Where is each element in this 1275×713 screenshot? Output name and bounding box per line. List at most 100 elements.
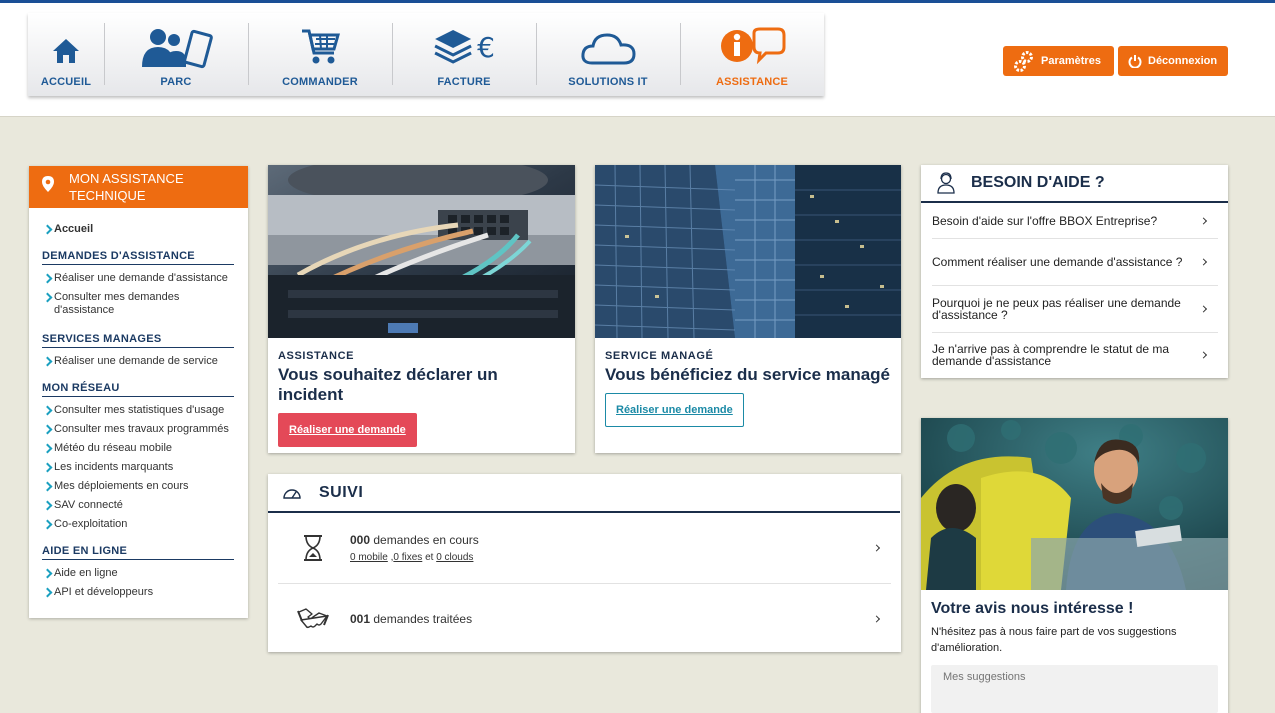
chevron-right-icon — [1199, 258, 1208, 266]
feedback-panel: Votre avis nous intéresse ! N'hésitez pa… — [921, 418, 1228, 713]
power-icon — [1128, 55, 1142, 68]
sidebar-section-title: DEMANDES D'ASSISTANCE — [42, 250, 234, 265]
help-item[interactable]: Pourquoi je ne peux pas réaliser une dem… — [932, 285, 1218, 332]
sidebar-item-travaux[interactable]: Consulter mes travaux programmés — [42, 423, 234, 436]
feedback-text: N'hésitez pas à nous faire part de vos s… — [931, 626, 1177, 654]
settings-button[interactable]: Paramètres — [1003, 46, 1114, 76]
help-item[interactable]: Je n'arrive pas à comprendre le statut d… — [932, 332, 1218, 376]
suivi-row-en-cours[interactable]: 000 demandes en cours 0 mobile ,0 fixes … — [278, 513, 891, 583]
chevron-right-icon — [872, 614, 881, 623]
chevron-right-icon — [1199, 350, 1208, 359]
suivi-en-cours-text: 000 demandes en cours 0 mobile ,0 fixes … — [350, 533, 479, 563]
sidebar-item-consulter-demandes[interactable]: Consulter mes demandes d'assistance — [42, 291, 234, 317]
layers-icon — [434, 30, 472, 64]
help-header: BESOIN D'AIDE ? — [921, 165, 1228, 203]
layers-euro-icon: € — [433, 27, 495, 67]
incident-card: ASSISTANCE Vous souhaitez déclarer un in… — [268, 165, 575, 453]
fixes-link[interactable]: 0 fixes — [393, 552, 422, 563]
main-nav: ACCUEIL PARC COMMANDER € FACTURE SOLUTIO… — [28, 13, 824, 96]
suggestions-input[interactable] — [931, 665, 1218, 713]
sidebar-body: Accueil DEMANDES D'ASSISTANCE Réaliser u… — [29, 208, 248, 599]
sidebar-item-aide-en-ligne[interactable]: Aide en ligne — [42, 567, 234, 580]
nav-label: FACTURE — [437, 76, 491, 88]
nav-label: SOLUTIONS IT — [568, 76, 648, 88]
sidebar-item-coexploitation[interactable]: Co-exploitation — [42, 518, 234, 531]
sidebar-item-api[interactable]: API et développeurs — [42, 586, 234, 599]
nav-solutions-it[interactable]: SOLUTIONS IT — [536, 13, 680, 96]
suivi-panel: SUIVI 000 demandes en cours 0 mobile ,0 … — [268, 474, 901, 652]
sidebar-item-statistiques[interactable]: Consulter mes statistiques d'usage — [42, 404, 234, 417]
support-agent-icon — [937, 172, 955, 194]
chevron-right-icon — [872, 544, 881, 552]
help-item-text: Je n'arrive pas à comprendre le statut d… — [932, 341, 1170, 368]
et-label: et — [425, 552, 434, 563]
help-item[interactable]: Besoin d'aide sur l'offre BBOX Entrepris… — [932, 203, 1218, 238]
sidebar-section-title: MON RÉSEAU — [42, 382, 234, 397]
nav-label: ASSISTANCE — [715, 76, 789, 88]
card-title: Vous bénéficiez du service managé — [605, 365, 891, 384]
en-cours-count: 000 — [350, 533, 371, 547]
card-kicker: SERVICE MANAGÉ — [605, 350, 714, 362]
chevron-right-icon — [1199, 216, 1208, 225]
incident-card-body: ASSISTANCE Vous souhaitez déclarer un in… — [268, 338, 575, 447]
nav-accueil[interactable]: ACCUEIL — [28, 13, 104, 96]
buildings-image — [595, 165, 901, 338]
sidebar-header: MON ASSISTANCE TECHNIQUE — [29, 166, 248, 208]
network-switch-image — [268, 165, 575, 338]
users-tablet-icon — [142, 29, 213, 69]
feedback-body: Votre avis nous intéresse ! N'hésitez pa… — [921, 590, 1228, 713]
sidebar: MON ASSISTANCE TECHNIQUE Accueil DEMANDE… — [29, 166, 248, 618]
help-item[interactable]: Comment réaliser une demande d'assistanc… — [932, 238, 1218, 285]
suivi-row-traitees[interactable]: 001 demandes traitées — [278, 583, 891, 653]
logout-label: Déconnexion — [1148, 55, 1218, 67]
info-chat-icon — [721, 27, 786, 65]
handshake-icon — [278, 606, 348, 632]
realiser-demande-service-button[interactable]: Réaliser une demande — [605, 393, 744, 427]
chevron-right-icon — [1199, 305, 1208, 313]
en-cours-label: demandes en cours — [373, 533, 479, 547]
nav-facture[interactable]: € FACTURE — [392, 13, 536, 96]
help-item-text: Comment réaliser une demande d'assistanc… — [932, 255, 1183, 269]
settings-label: Paramètres — [1041, 55, 1101, 67]
nav-label: ACCUEIL — [40, 76, 92, 88]
gears-icon — [1014, 51, 1033, 72]
location-pin-icon — [42, 176, 54, 192]
sidebar-item-realiser-demande-assistance[interactable]: Réaliser une demande d'assistance — [42, 272, 234, 285]
nav-commander[interactable]: COMMANDER — [248, 13, 392, 96]
sidebar-item-accueil[interactable]: Accueil — [42, 223, 234, 236]
help-panel: BESOIN D'AIDE ? Besoin d'aide sur l'offr… — [921, 165, 1228, 378]
euro-icon: € — [477, 30, 495, 64]
sidebar-item-incidents[interactable]: Les incidents marquants — [42, 461, 234, 474]
sidebar-section-title: AIDE EN LIGNE — [42, 545, 234, 560]
cloud-icon — [581, 33, 636, 65]
suivi-title: SUIVI — [319, 483, 364, 501]
suivi-traitees-text: 001 demandes traitées — [350, 612, 472, 626]
feedback-title: Votre avis nous intéresse ! — [931, 600, 1134, 617]
traitees-label: demandes traitées — [373, 611, 473, 626]
nav-assistance[interactable]: ASSISTANCE — [680, 13, 824, 96]
traitees-count: 001 — [350, 611, 371, 626]
hourglass-icon — [278, 534, 348, 562]
nav-label: PARC — [160, 76, 192, 88]
clouds-link[interactable]: 0 clouds — [436, 552, 473, 563]
sidebar-item-deploiements[interactable]: Mes déploiements en cours — [42, 480, 234, 493]
gauge-icon — [283, 488, 301, 499]
mobile-link[interactable]: 0 mobile — [350, 552, 388, 563]
service-card-body: SERVICE MANAGÉ Vous bénéficiez du servic… — [595, 338, 901, 427]
suivi-header: SUIVI — [268, 474, 900, 513]
nav-label: COMMANDER — [282, 76, 358, 88]
card-title: Vous souhaitez déclarer un incident — [278, 365, 498, 404]
realiser-demande-incident-button[interactable]: Réaliser une demande — [278, 413, 417, 447]
sidebar-item-meteo[interactable]: Météo du réseau mobile — [42, 442, 234, 455]
help-item-text: Pourquoi je ne peux pas réaliser une dem… — [932, 296, 1181, 322]
logout-button[interactable]: Déconnexion — [1118, 46, 1228, 76]
top-header: ACCUEIL PARC COMMANDER € FACTURE SOLUTIO… — [0, 0, 1275, 117]
sidebar-title: MON ASSISTANCE TECHNIQUE — [69, 171, 184, 203]
home-icon — [53, 39, 79, 63]
help-title: BESOIN D'AIDE ? — [971, 174, 1105, 191]
sidebar-item-demande-service[interactable]: Réaliser une demande de service — [42, 355, 234, 368]
sidebar-item-sav[interactable]: SAV connecté — [42, 499, 234, 512]
cart-icon — [302, 29, 340, 64]
nav-parc[interactable]: PARC — [104, 13, 248, 96]
help-item-text: Besoin d'aide sur l'offre BBOX Entrepris… — [932, 213, 1158, 228]
